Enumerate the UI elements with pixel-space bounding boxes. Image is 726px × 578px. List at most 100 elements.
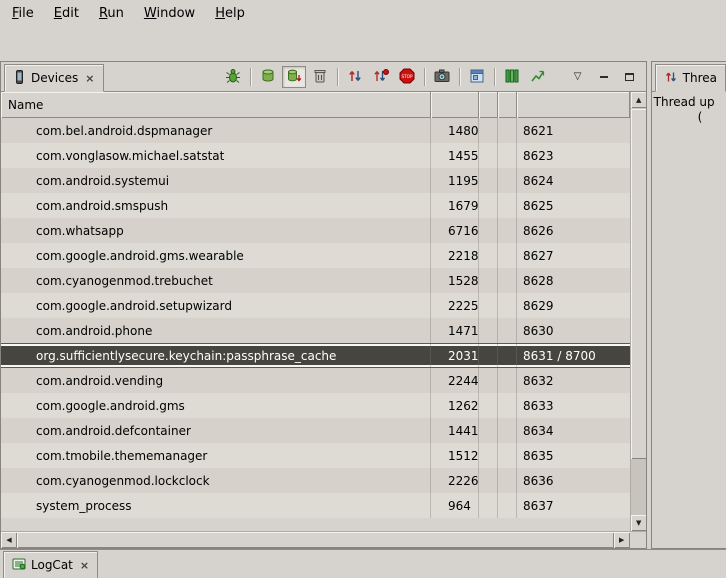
vertical-scrollbar-thumb[interactable]: [631, 109, 646, 459]
bug-icon: [225, 68, 241, 87]
process-port: 8634: [517, 418, 630, 443]
process-row[interactable]: com.android.phone 1471 8630: [1, 318, 630, 343]
process-list: com.bel.android.dspmanager 1480 8621 com…: [1, 118, 630, 531]
devices-panel: Devices ×: [0, 61, 647, 549]
process-row[interactable]: org.sufficientlysecure.keychain:passphra…: [1, 343, 630, 368]
close-icon[interactable]: ×: [78, 559, 89, 572]
screen-capture-button[interactable]: [430, 66, 454, 88]
scroll-left-button[interactable]: ◀: [1, 532, 17, 548]
process-pid: 20311: [431, 344, 479, 367]
tab-devices[interactable]: Devices ×: [4, 64, 104, 92]
cell-spacer: [498, 393, 517, 418]
stop-sign-icon: STOP: [399, 68, 415, 87]
column-header-name[interactable]: Name: [1, 92, 431, 118]
table-header: Name: [1, 92, 630, 118]
column-header-spacer[interactable]: [498, 92, 517, 118]
cell-spacer: [479, 118, 498, 143]
cell-spacer: [498, 368, 517, 393]
process-port: 8631 / 8700: [517, 344, 630, 367]
system-columns-button[interactable]: [500, 66, 524, 88]
toolbar-separator: [494, 68, 495, 86]
cell-spacer: [479, 168, 498, 193]
process-pid: 1195: [431, 168, 479, 193]
process-row[interactable]: com.tmobile.thememanager 1512 8635: [1, 443, 630, 468]
view-menu-button[interactable]: ▽: [566, 66, 590, 88]
process-name: com.android.smspush: [1, 193, 431, 218]
cell-spacer: [479, 368, 498, 393]
process-row[interactable]: com.bel.android.dspmanager 1480 8621: [1, 118, 630, 143]
maximize-button[interactable]: [618, 66, 642, 88]
process-port: 8624: [517, 168, 630, 193]
process-name: org.sufficientlysecure.keychain:passphra…: [1, 344, 431, 367]
process-row[interactable]: com.android.defcontainer 14411 8634: [1, 418, 630, 443]
cell-spacer: [498, 268, 517, 293]
process-row[interactable]: com.android.smspush 1679 8625: [1, 193, 630, 218]
process-row[interactable]: com.google.android.setupwizard 22250 862…: [1, 293, 630, 318]
cell-spacer: [479, 193, 498, 218]
devices-toolbar: STOP: [221, 66, 646, 91]
camera-icon: [434, 68, 450, 87]
column-header-pid[interactable]: [431, 92, 479, 118]
scroll-up-button[interactable]: ▲: [631, 92, 646, 108]
close-icon[interactable]: ×: [83, 72, 94, 85]
cell-spacer: [479, 243, 498, 268]
column-header-spacer[interactable]: [479, 92, 498, 118]
process-row[interactable]: com.cyanogenmod.trebuchet 1528 8628: [1, 268, 630, 293]
process-row[interactable]: com.cyanogenmod.lockclock 22265 8636: [1, 468, 630, 493]
green-chart-icon: [530, 68, 546, 87]
threads-icon: [664, 70, 678, 87]
process-pid: 12623: [431, 393, 479, 418]
process-pid: 1528: [431, 268, 479, 293]
vertical-scrollbar[interactable]: ▲ ▼: [630, 92, 646, 531]
process-name: com.google.android.gms: [1, 393, 431, 418]
update-threads-button[interactable]: [343, 66, 367, 88]
process-row[interactable]: com.android.vending 22440 8632: [1, 368, 630, 393]
cell-spacer: [479, 218, 498, 243]
threads-tabbar: Threa: [652, 62, 726, 92]
menu-edit[interactable]: Edit: [44, 2, 89, 25]
process-port: 8629: [517, 293, 630, 318]
process-port: 8628: [517, 268, 630, 293]
ui-hierarchy-button[interactable]: [465, 66, 489, 88]
tab-threads[interactable]: Threa: [655, 64, 726, 92]
menu-file[interactable]: File: [2, 2, 44, 25]
scroll-down-button[interactable]: ▼: [631, 515, 646, 531]
process-row[interactable]: com.whatsapp 6716 8626: [1, 218, 630, 243]
method-profiling-button[interactable]: [369, 66, 393, 88]
arrow-up-icon: ▲: [636, 97, 641, 104]
menu-window[interactable]: Window: [134, 2, 205, 25]
chart-button[interactable]: [526, 66, 550, 88]
cell-spacer: [498, 118, 517, 143]
update-heap-button[interactable]: [256, 66, 280, 88]
arrow-left-icon: ◀: [6, 537, 11, 544]
logcat-bar: LogCat ×: [0, 549, 726, 577]
dump-hprof-button[interactable]: [282, 66, 306, 88]
debug-process-button[interactable]: [221, 66, 245, 88]
menu-help[interactable]: Help: [205, 2, 255, 25]
process-row[interactable]: system_process 964 8637: [1, 493, 630, 518]
stop-process-button[interactable]: STOP: [395, 66, 419, 88]
tab-threads-label: Threa: [683, 71, 717, 85]
process-port: 8626: [517, 218, 630, 243]
arrow-right-icon: ▶: [619, 537, 624, 544]
process-name: com.cyanogenmod.lockclock: [1, 468, 431, 493]
cell-spacer: [479, 493, 498, 518]
process-row[interactable]: com.google.android.gms 12623 8633: [1, 393, 630, 418]
menu-run[interactable]: Run: [89, 2, 134, 25]
column-header-port[interactable]: [517, 92, 630, 118]
horizontal-scrollbar-thumb[interactable]: [17, 532, 614, 548]
process-table: Name com.bel.android.dspmanager 1480 862…: [1, 92, 646, 531]
cause-gc-button[interactable]: [308, 66, 332, 88]
process-port: 8635: [517, 443, 630, 468]
scroll-right-button[interactable]: ▶: [614, 532, 630, 548]
cell-spacer: [498, 418, 517, 443]
main-toolbar-empty: [0, 27, 726, 61]
process-row[interactable]: com.vonglasow.michael.satstat 14553 8623: [1, 143, 630, 168]
tab-logcat[interactable]: LogCat ×: [3, 551, 98, 578]
tab-logcat-label: LogCat: [31, 558, 73, 572]
horizontal-scrollbar[interactable]: ◀ ▶: [1, 531, 646, 548]
minimize-button[interactable]: [592, 66, 616, 88]
process-row[interactable]: com.android.systemui 1195 8624: [1, 168, 630, 193]
process-row[interactable]: com.google.android.gms.wearable 22185 86…: [1, 243, 630, 268]
cell-spacer: [479, 268, 498, 293]
